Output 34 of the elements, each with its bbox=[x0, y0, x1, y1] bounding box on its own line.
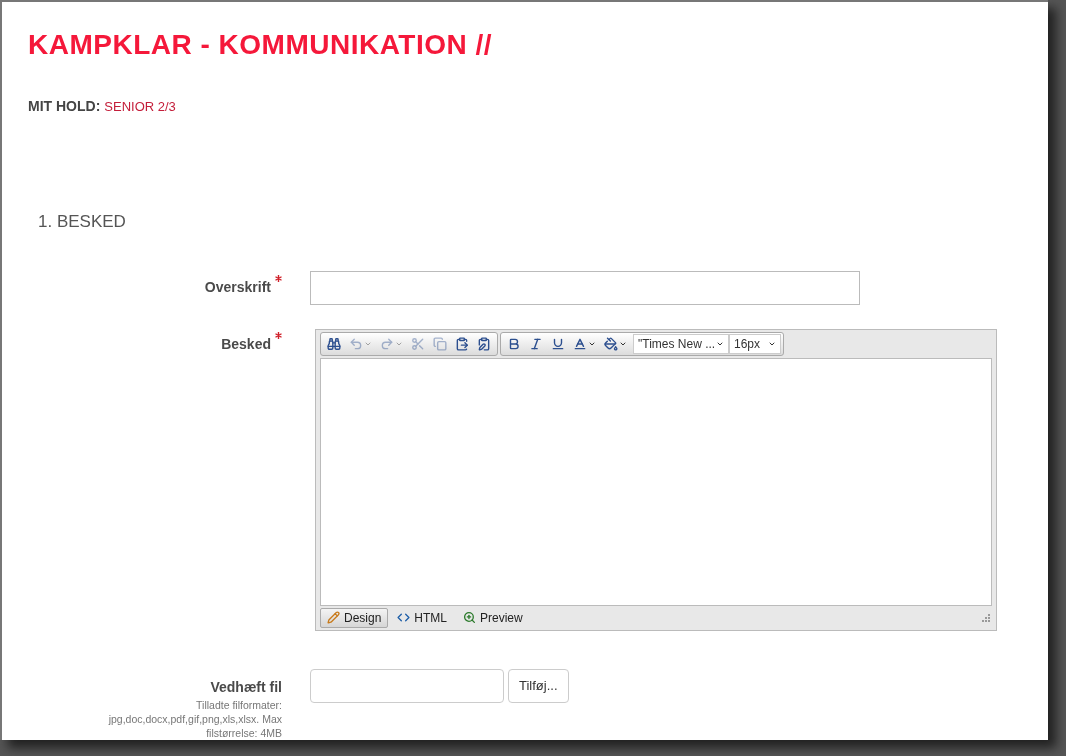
field-label: Besked bbox=[221, 334, 271, 354]
required-icon bbox=[275, 275, 282, 282]
team-label: MIT HOLD: bbox=[28, 97, 101, 116]
clipboard-pen-icon bbox=[477, 336, 491, 351]
italic-icon bbox=[529, 336, 543, 351]
subject-input[interactable] bbox=[310, 270, 860, 305]
pencil-icon bbox=[327, 611, 340, 624]
section-title: 1. BESKED bbox=[38, 211, 127, 233]
copy-icon bbox=[433, 336, 447, 351]
bold-icon bbox=[507, 336, 521, 351]
paint-bucket-icon bbox=[604, 336, 618, 351]
undo-icon bbox=[349, 336, 363, 351]
editor-mode-tab[interactable]: Design bbox=[320, 607, 389, 628]
file-format-hint: Tilladte filformater: jpg,doc,docx,pdf,gif,png,xls,xlsx. Max filstørrelse: 4MB bbox=[107, 697, 282, 740]
add-file-button[interactable]: Tilføj... bbox=[508, 668, 569, 703]
required-icon bbox=[275, 331, 282, 339]
editor-mode-tab[interactable]: Preview bbox=[456, 607, 530, 628]
page-title: KAMPKLAR - KOMMUNIKATION // bbox=[28, 28, 494, 62]
code-icon bbox=[397, 611, 411, 624]
editor-mode-tab[interactable]: HTML bbox=[390, 607, 455, 628]
magnifier-icon bbox=[463, 611, 477, 624]
text-color-icon bbox=[573, 336, 587, 351]
font-size-select[interactable]: 16px bbox=[729, 333, 781, 354]
underline-icon bbox=[551, 336, 565, 351]
redo-icon bbox=[380, 336, 394, 351]
resize-grip-icon bbox=[981, 613, 990, 622]
cut-icon bbox=[411, 336, 425, 351]
binoculars-icon bbox=[327, 336, 341, 351]
field-label: Vedhæft fil bbox=[210, 677, 282, 697]
team-name: SENIOR 2/3 bbox=[104, 98, 176, 116]
paste-icon bbox=[455, 336, 469, 351]
font-name-select[interactable]: "Times New ... bbox=[633, 333, 729, 354]
file-name-input[interactable] bbox=[310, 668, 504, 703]
field-label: Overskrift bbox=[204, 278, 271, 297]
